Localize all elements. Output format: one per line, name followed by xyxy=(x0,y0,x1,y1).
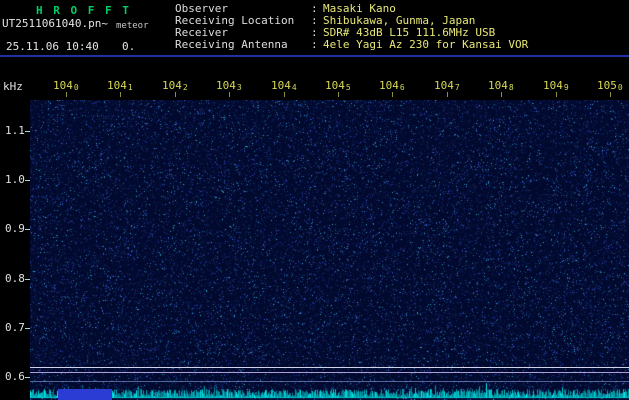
time-tick-mark xyxy=(66,92,67,97)
time-tick-mark xyxy=(610,92,611,97)
time-tick-label-1050: 1050 xyxy=(597,79,623,92)
time-tick-label-1049: 1049 xyxy=(543,79,569,92)
echo-counter: 0. xyxy=(122,40,136,53)
time-tick-label-1048: 1048 xyxy=(488,79,514,92)
band-label: meteor xyxy=(116,21,149,31)
freq-tick-label-0.9: 0.9 xyxy=(5,222,25,236)
time-tick-mark xyxy=(284,92,285,97)
time-tick-label-1042: 1042 xyxy=(162,79,188,92)
time-tick-mark xyxy=(556,92,557,97)
freq-tick-label-0.6: 0.6 xyxy=(5,370,25,383)
app-title: H R O F F T xyxy=(36,4,131,17)
time-tick-label-1041: 1041 xyxy=(107,79,133,92)
time-tick-mark xyxy=(175,92,176,97)
info-colon: : xyxy=(311,38,318,51)
bottom-left-indicator-box xyxy=(58,389,112,400)
info-row-receiving-antenna: Receiving Antenna:4ele Yagi Az 230 for K… xyxy=(175,39,629,51)
info-label: Receiving Antenna xyxy=(175,38,288,51)
time-tick-mark xyxy=(501,92,502,97)
spectrogram-canvas xyxy=(30,100,629,400)
freq-tick-label-0.7: 0.7 xyxy=(5,320,25,334)
output-filename: UT2511061040.pn~ xyxy=(2,17,108,30)
observation-info: Observer: Masaki Kano Receiving Location: S… xyxy=(175,3,629,51)
time-tick-mark xyxy=(392,92,393,97)
carrier-line-3 xyxy=(30,381,629,382)
time-tick-label-1043: 1043 xyxy=(216,79,242,92)
time-tick-label-1044: 1044 xyxy=(271,79,297,92)
info-value: 4ele Yagi Az 230 for Kansai VOR xyxy=(323,38,529,51)
freq-tick-label-1.0: 1.0 xyxy=(5,173,25,187)
freq-tick-label-0.8: 0.8 xyxy=(5,271,25,285)
hrofft-output: H R O F F T UT2511061040.pn~ meteor 25.1… xyxy=(0,0,629,400)
freq-tick-label-1.1: 1.1 xyxy=(5,124,25,137)
header-separator xyxy=(0,55,629,57)
time-tick-label-1040: 1040 xyxy=(53,79,79,92)
observation-timestamp: 25.11.06 10:40 xyxy=(6,40,99,53)
time-tick-mark xyxy=(120,92,121,97)
carrier-line-1 xyxy=(30,367,629,368)
time-tick-mark xyxy=(338,92,339,97)
time-tick-mark xyxy=(229,92,230,97)
time-tick-label-1045: 1045 xyxy=(325,79,351,92)
carrier-line-2 xyxy=(30,372,629,373)
freq-axis-unit: kHz xyxy=(3,80,23,93)
time-tick-label-1047: 1047 xyxy=(434,79,460,92)
time-tick-mark xyxy=(447,92,448,97)
time-tick-label-1046: 1046 xyxy=(379,79,405,92)
